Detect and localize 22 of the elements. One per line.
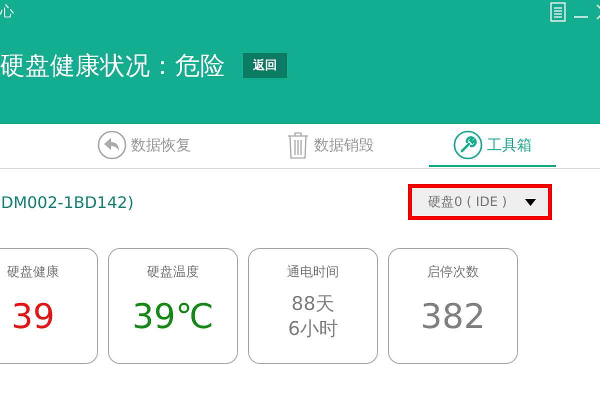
stat-value: 6小时	[288, 317, 338, 342]
disk-model: DM002-1BD142)	[1, 192, 134, 212]
stat-label: 通电时间	[287, 264, 339, 281]
stat-label: 硬盘健康	[7, 264, 59, 281]
stat-label: 硬盘温度	[147, 264, 199, 281]
health-status-title: 硬盘健康状况：危险	[0, 50, 225, 82]
tab[interactable]: 工具箱	[429, 125, 556, 167]
dropdown-arrow-icon	[525, 198, 536, 206]
disk-dropdown[interactable]: 硬盘0 ( IDE )	[408, 184, 552, 220]
trash-icon	[286, 131, 310, 159]
app-title: 心	[0, 3, 14, 21]
wrench-icon	[453, 130, 483, 160]
back-button[interactable]: 返回	[243, 53, 287, 78]
stat-value: 88天	[291, 292, 335, 317]
undo-icon	[97, 130, 127, 160]
stat-value: 39	[11, 297, 55, 337]
menu-icon[interactable]	[550, 2, 566, 22]
tab[interactable]: 数据销毁	[266, 125, 394, 167]
stat-label: 启停次数	[427, 264, 479, 281]
tab[interactable]: 数据恢复	[77, 125, 211, 167]
stat-value: 382	[420, 297, 486, 337]
stat-value: 39℃	[132, 297, 214, 337]
